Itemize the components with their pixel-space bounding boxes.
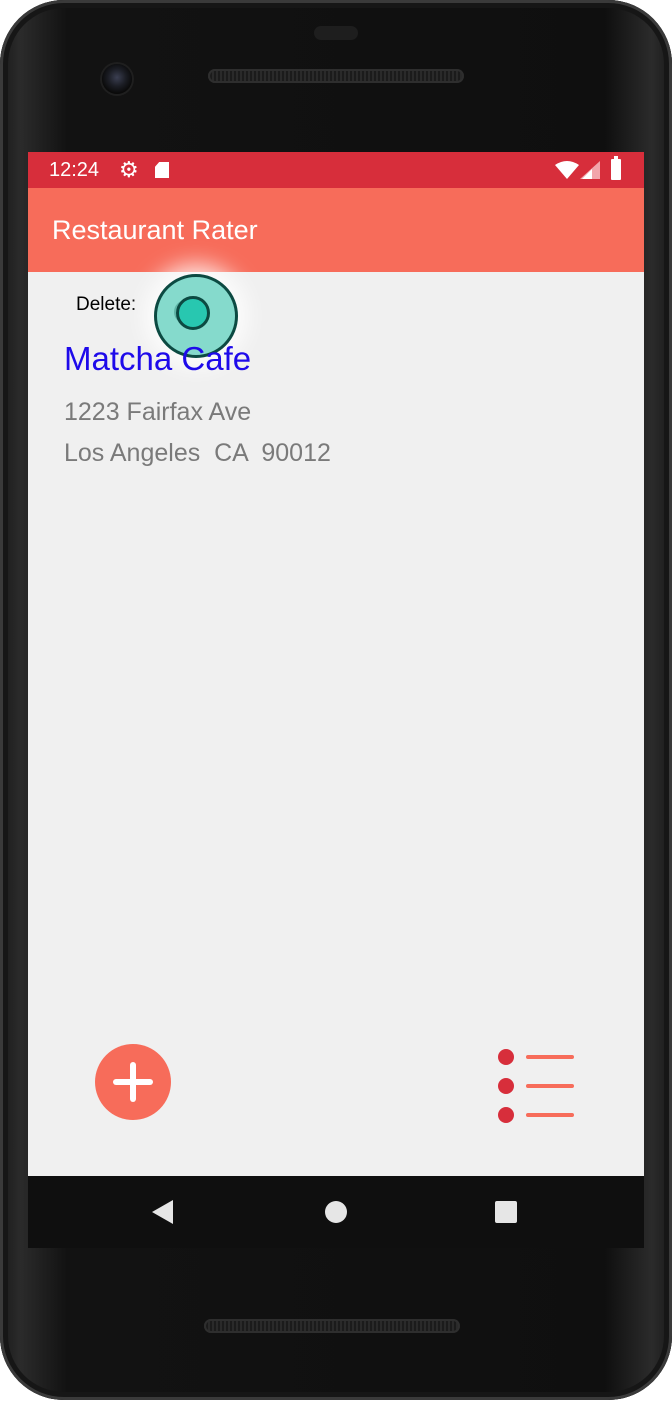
sd-card-icon — [155, 162, 169, 178]
settings-icon: ⚙ — [119, 157, 139, 182]
cell-signal-icon — [580, 161, 600, 179]
status-time: 12:24 — [49, 159, 100, 181]
restaurant-city-line: Los Angeles CA 90012 — [64, 439, 331, 467]
navigation-bar — [28, 1176, 644, 1248]
app-title: Restaurant Rater — [52, 215, 258, 245]
screen: 12:24 ⚙ Restaurant Rater Delete: Matcha … — [28, 152, 644, 1176]
back-icon[interactable] — [152, 1200, 173, 1224]
status-bar: 12:24 ⚙ — [28, 152, 644, 188]
bottom-speaker — [204, 1319, 460, 1333]
home-icon[interactable] — [325, 1201, 347, 1223]
list-button[interactable] — [496, 1038, 580, 1123]
earpiece-speaker — [208, 69, 464, 83]
wifi-icon — [555, 161, 579, 179]
app-bar: Restaurant Rater — [28, 188, 644, 272]
restaurant-name[interactable]: Matcha Cafe — [64, 340, 251, 378]
restaurant-street: 1223 Fairfax Ave — [64, 398, 252, 426]
front-camera — [102, 64, 132, 94]
delete-label: Delete: — [76, 294, 137, 315]
battery-icon — [611, 156, 621, 180]
phone-frame: 12:24 ⚙ Restaurant Rater Delete: Matcha … — [0, 0, 672, 1400]
add-restaurant-button[interactable] — [95, 1044, 171, 1120]
recents-icon[interactable] — [495, 1201, 517, 1223]
restaurant-list: Delete: Matcha Cafe 1223 Fairfax Ave Los… — [28, 272, 644, 1176]
sensor-slot — [314, 26, 358, 40]
touch-indicator-core — [176, 296, 210, 330]
